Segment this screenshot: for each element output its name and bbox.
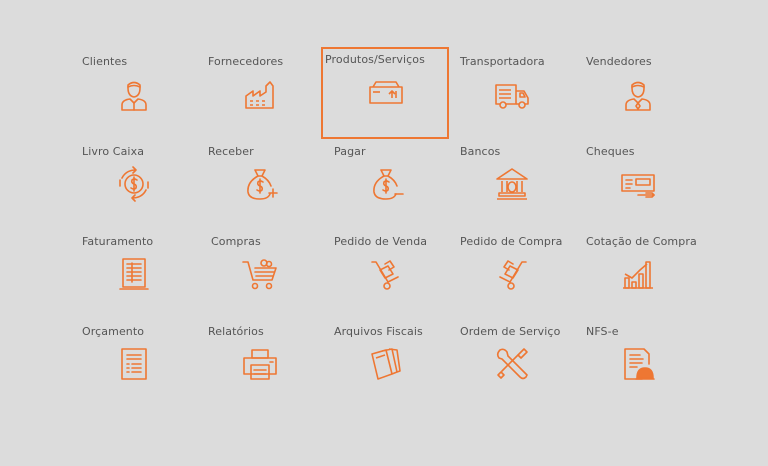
bar-chart-icon	[620, 256, 656, 292]
box-icon	[368, 74, 404, 110]
tile-label: Orçamento	[82, 325, 145, 338]
tile-label: Transportadora	[460, 55, 545, 68]
tile-orcamento[interactable]: Orçamento	[70, 318, 196, 408]
tile-transportadora[interactable]: Transportadora	[448, 48, 574, 138]
hand-truck-icon	[368, 256, 404, 292]
tile-label: Pedido de Compra	[460, 235, 563, 248]
tile-label: Pagar	[334, 145, 366, 158]
tile-receber[interactable]: Receber	[196, 138, 322, 228]
document-icon	[116, 346, 152, 382]
tile-label: Compras	[211, 235, 261, 248]
tile-vendedores[interactable]: Vendedores	[574, 48, 700, 138]
tile-label: Produtos/Serviços	[325, 53, 425, 66]
tile-label: Cheques	[586, 145, 635, 158]
tile-pedido-de-compra[interactable]: Pedido de Compra	[448, 228, 574, 318]
tile-label: Relatórios	[208, 325, 264, 338]
tile-fornecedores[interactable]: Fornecedores	[196, 48, 322, 138]
tile-pagar[interactable]: Pagar	[322, 138, 448, 228]
factory-icon	[242, 76, 278, 112]
tile-clientes[interactable]: Clientes	[70, 48, 196, 138]
tile-label: NFS-e	[586, 325, 619, 338]
tile-relatorios[interactable]: Relatórios	[196, 318, 322, 408]
check-icon	[620, 166, 656, 202]
tile-label: Vendedores	[586, 55, 652, 68]
shopping-cart-icon	[242, 256, 278, 292]
tile-label: Clientes	[82, 55, 128, 68]
tile-nfs-e[interactable]: NFS-e	[574, 318, 700, 408]
tools-icon	[494, 346, 530, 382]
tile-cotacao-de-compra[interactable]: Cotação de Compra	[574, 228, 700, 318]
money-bag-plus-icon	[242, 166, 278, 202]
tile-label: Cotação de Compra	[586, 235, 697, 248]
person-icon	[116, 76, 152, 112]
truck-icon	[494, 76, 530, 112]
tile-bancos[interactable]: Bancos	[448, 138, 574, 228]
tile-compras[interactable]: Compras	[196, 228, 322, 318]
money-bag-minus-icon	[368, 166, 404, 202]
files-icon	[368, 346, 404, 382]
tile-arquivos-fiscais[interactable]: Arquivos Fiscais	[322, 318, 448, 408]
tile-label: Faturamento	[82, 235, 154, 248]
tile-pedido-de-venda[interactable]: Pedido de Venda	[322, 228, 448, 318]
cash-cycle-icon	[116, 166, 152, 202]
module-grid: Clientes Fornecedores Produtos/Serviços	[70, 47, 700, 408]
tile-produtos-servicos[interactable]: Produtos/Serviços	[321, 47, 449, 139]
salesperson-icon	[620, 76, 656, 112]
document-hardhat-icon	[620, 346, 656, 382]
tile-cheques[interactable]: Cheques	[574, 138, 700, 228]
invoice-icon	[116, 256, 152, 292]
tile-label: Pedido de Venda	[334, 235, 428, 248]
tile-faturamento[interactable]: Faturamento	[70, 228, 196, 318]
tile-label: Fornecedores	[208, 55, 284, 68]
hand-truck-icon	[494, 256, 530, 292]
tile-label: Ordem de Serviço	[460, 325, 561, 338]
bank-icon	[494, 166, 530, 202]
tile-label: Arquivos Fiscais	[334, 325, 423, 338]
tile-label: Receber	[208, 145, 254, 158]
tile-label: Livro Caixa	[82, 145, 145, 158]
tile-ordem-de-servico[interactable]: Ordem de Serviço	[448, 318, 574, 408]
printer-icon	[242, 346, 278, 382]
tile-livro-caixa[interactable]: Livro Caixa	[70, 138, 196, 228]
tile-label: Bancos	[460, 145, 501, 158]
